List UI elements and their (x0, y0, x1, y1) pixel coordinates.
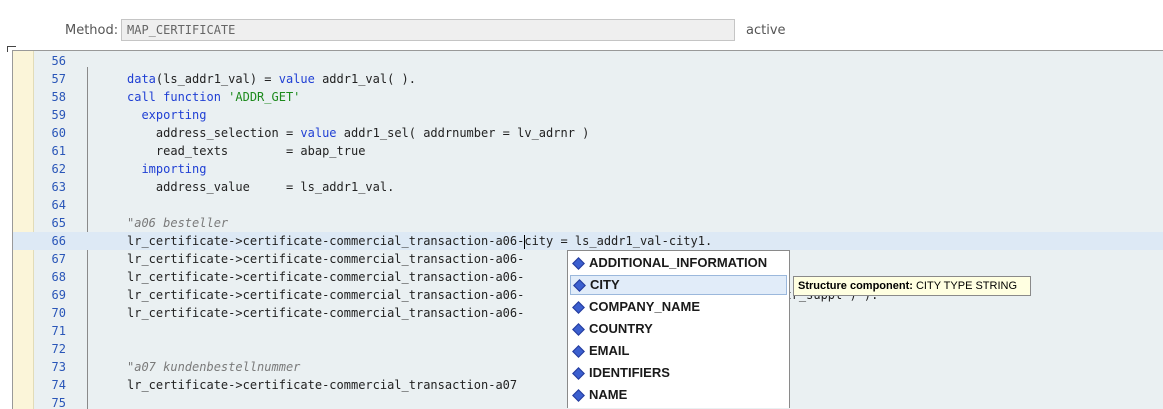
code-text: lr_certificate->certificate-commercial_t… (127, 376, 517, 394)
autocomplete-item[interactable]: COMPANY_NAME (570, 297, 787, 317)
line-number: 66 (34, 232, 66, 250)
line-number: 61 (51, 144, 66, 158)
autocomplete-item[interactable]: COUNTRY (570, 319, 787, 339)
line-number: 73 (51, 360, 66, 374)
code-token: lr_certificate->certificate-commercial_t… (127, 288, 525, 302)
method-name-field[interactable]: MAP_CERTIFICATE (121, 19, 735, 41)
code-line[interactable]: 59 exporting (13, 106, 1163, 124)
code-token: addr1_sel( addrnumber = lv_adrnr ) (336, 126, 590, 140)
line-number: 72 (51, 342, 66, 356)
line-number: 63 (51, 180, 66, 194)
keyword-token: call function (127, 90, 221, 104)
code-token: lr_certificate->certificate-commercial_t… (127, 378, 518, 392)
code-line[interactable]: 61 read_texts = abap_true (13, 142, 1163, 160)
code-text: exporting (127, 106, 206, 124)
autocomplete-item-label: EMAIL (589, 343, 630, 358)
code-line[interactable]: 62 importing (13, 160, 1163, 178)
code-token: (ls_addr1_val) = (155, 72, 279, 86)
autocomplete-item[interactable]: NAME (570, 385, 787, 405)
line-number: 59 (51, 108, 66, 122)
structure-component-icon (572, 301, 585, 314)
comment-token: "a06 besteller (127, 216, 229, 230)
code-token: address_value = ls_addr1_val. (127, 180, 395, 194)
code-line[interactable]: 63 address_value = ls_addr1_val. (13, 178, 1163, 196)
code-text: data(ls_addr1_val) = value addr1_val( ). (127, 70, 416, 88)
code-token: read_texts = abap_true (127, 144, 366, 158)
line-number: 65 (51, 216, 66, 230)
code-line[interactable]: 66 lr_certificate->certificate-commercial… (13, 232, 1163, 250)
autocomplete-item-label: COUNTRY (589, 321, 653, 336)
autocomplete-item-label: CITY (590, 277, 620, 292)
code-text: read_texts = abap_true (127, 142, 366, 160)
tooltip-text: CITY TYPE STRING (915, 280, 1018, 292)
keyword-token: exporting (127, 108, 207, 122)
autocomplete-item-label: IDENTIFIERS (589, 365, 670, 380)
autocomplete-item-label: COMPANY_NAME (589, 299, 700, 314)
code-line[interactable]: 57 data(ls_addr1_val) = value addr1_val( … (13, 70, 1163, 88)
code-token: lr_certificate->certificate-commercial_t… (127, 270, 525, 284)
code-token: lr_certificate->certificate-commercial_t… (127, 306, 525, 320)
code-token: addr1_val( ). (314, 72, 417, 86)
line-number: 57 (51, 72, 66, 86)
autocomplete-item[interactable]: ADDITIONAL_INFORMATION (570, 253, 787, 273)
structure-component-icon (572, 345, 585, 358)
structure-component-icon (572, 257, 585, 270)
tooltip-prefix: Structure component: (798, 280, 913, 292)
keyword-token: value (278, 72, 315, 86)
line-number: 74 (51, 378, 66, 392)
autocomplete-popup[interactable]: ADDITIONAL_INFORMATION CITY COMPANY_NAME CO… (567, 250, 790, 408)
code-token: lr_certificate->certificate-commercial_t… (127, 234, 525, 248)
keyword-token: value (300, 126, 337, 140)
structure-component-icon (573, 279, 586, 292)
code-token: lr_certificate->certificate-commercial_t… (127, 252, 525, 266)
code-text: lr_certificate->certificate-commercial_t… (127, 232, 712, 250)
code-text: "a07 kundenbestellnummer (127, 358, 300, 376)
autocomplete-item[interactable]: CITY (570, 275, 787, 295)
line-number: 60 (51, 126, 66, 140)
code-text: "a06 besteller (127, 214, 228, 232)
method-label: Method: (65, 23, 119, 38)
code-text: call function 'ADDR_GET' (127, 88, 300, 106)
structure-component-icon (572, 389, 585, 402)
comment-token: "a07 kundenbestellnummer (127, 360, 301, 374)
autocomplete-item-label: NAME (589, 387, 628, 402)
code-line[interactable]: 65 "a06 besteller (13, 214, 1163, 232)
keyword-token: importing (127, 162, 207, 176)
keyword-token: data (127, 72, 156, 86)
component-tooltip: Structure component: CITY TYPE STRING (793, 276, 1031, 296)
code-line[interactable]: 58 call function 'ADDR_GET' (13, 88, 1163, 106)
code-token: address_selection = (127, 126, 301, 140)
structure-component-icon (572, 323, 585, 336)
line-number: 64 (51, 198, 66, 212)
code-line[interactable]: 64 (13, 196, 1163, 214)
autocomplete-item[interactable]: EMAIL (570, 341, 787, 361)
line-number: 70 (51, 306, 66, 320)
code-token: city = ls_addr1_val-city1. (524, 234, 713, 248)
code-line[interactable]: 60 address_selection = value addr1_sel( … (13, 124, 1163, 142)
line-number: 69 (51, 288, 66, 302)
structure-component-icon (572, 367, 585, 380)
line-number: 75 (51, 396, 66, 409)
line-number: 56 (51, 54, 66, 68)
autocomplete-item-label: ADDITIONAL_INFORMATION (589, 255, 768, 270)
line-number: 58 (51, 90, 66, 104)
autocomplete-item[interactable]: IDENTIFIERS (570, 363, 787, 383)
code-text: importing (127, 160, 206, 178)
line-number: 68 (51, 270, 66, 284)
line-number: 62 (51, 162, 66, 176)
code-text: address_selection = value addr1_sel( add… (127, 124, 590, 142)
code-line[interactable]: 56 (13, 52, 1163, 70)
code-text: address_value = ls_addr1_val. (127, 178, 394, 196)
line-number: 71 (51, 324, 66, 338)
status-text: active (746, 23, 786, 38)
line-number: 67 (51, 252, 66, 266)
string-token: 'ADDR_GET' (228, 90, 301, 104)
